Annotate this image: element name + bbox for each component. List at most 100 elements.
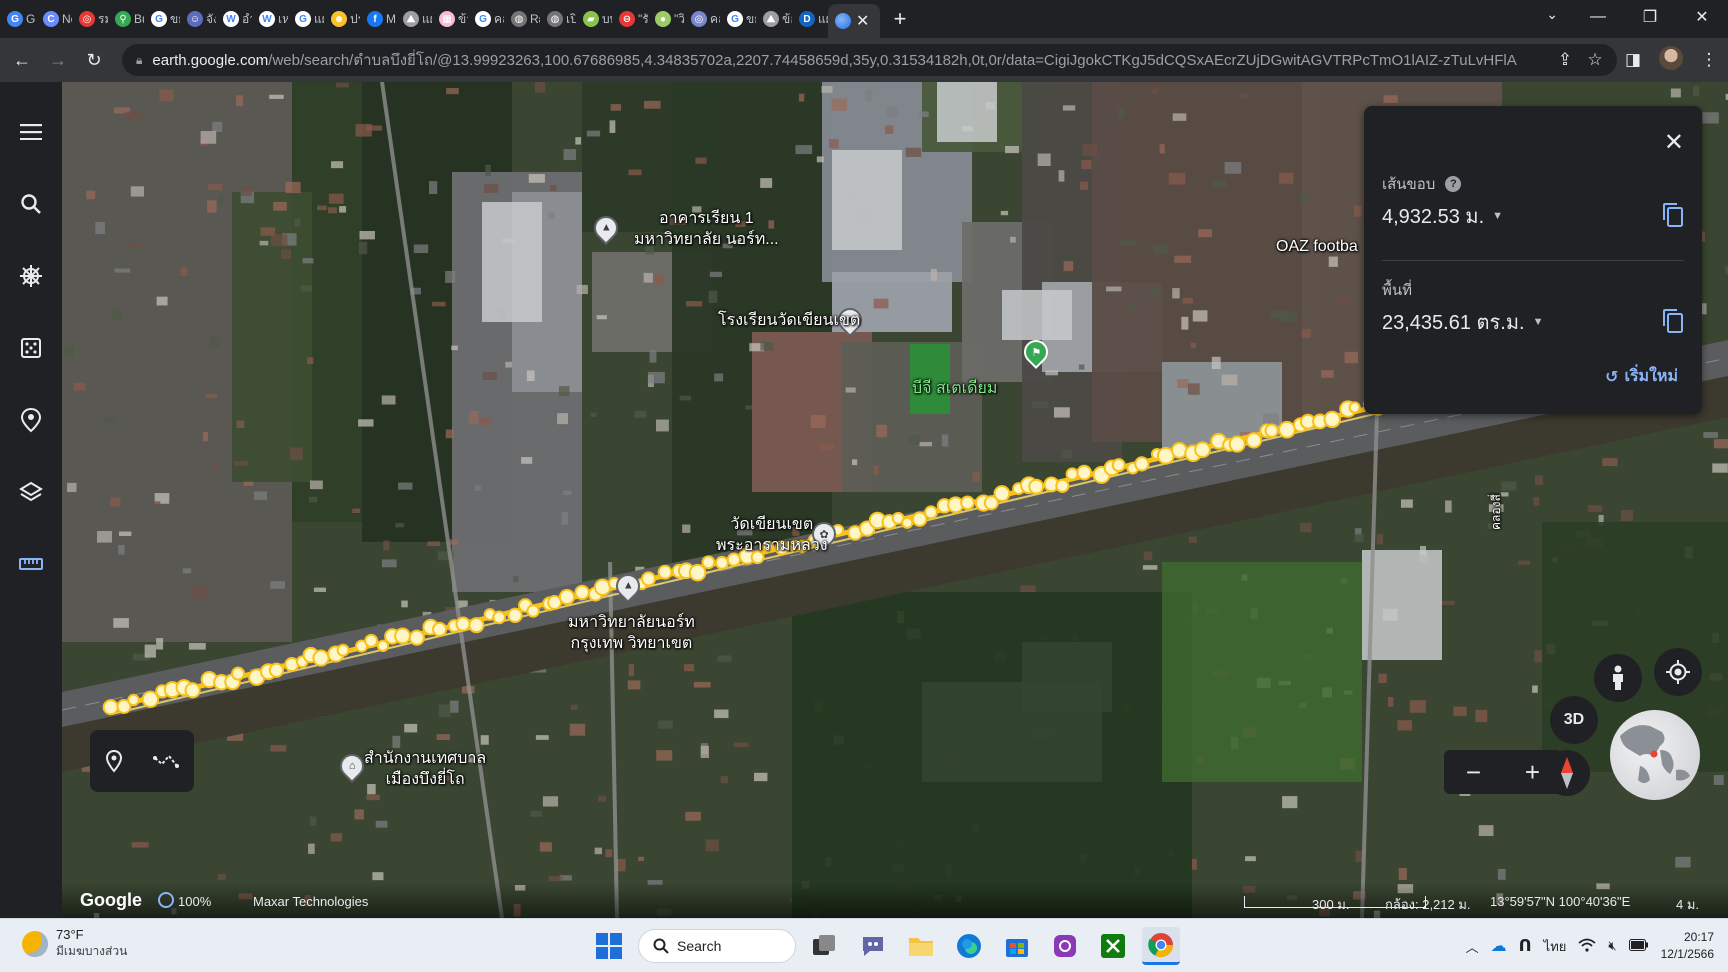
measure-point[interactable] bbox=[1194, 441, 1211, 459]
forward-arrow-icon[interactable]: → bbox=[40, 50, 76, 71]
chevron-up-icon[interactable]: ︿ bbox=[1466, 937, 1479, 956]
add-placemark-icon[interactable] bbox=[105, 749, 123, 773]
browser-tab[interactable]: ☻ปร bbox=[324, 4, 360, 34]
windows-start-icon[interactable] bbox=[590, 927, 628, 965]
browser-tab[interactable]: ▦ข้า bbox=[432, 4, 468, 34]
measure-point[interactable] bbox=[1134, 456, 1150, 472]
minimize-icon[interactable]: — bbox=[1572, 8, 1624, 26]
url-text[interactable]: earth.google.com/web/search/ตำบลบึงยี่โถ… bbox=[152, 48, 1532, 72]
browser-tab[interactable]: ◎รม bbox=[72, 4, 108, 34]
measure-point[interactable] bbox=[901, 516, 914, 529]
measure-point[interactable] bbox=[558, 588, 576, 606]
place-label-building1[interactable]: อาคารเรียน 1 มหาวิทยาลัย นอร์ท... bbox=[634, 208, 779, 250]
measure-point[interactable] bbox=[507, 607, 523, 624]
compass-icon[interactable] bbox=[1544, 750, 1590, 796]
projects-pin-icon[interactable] bbox=[0, 384, 62, 456]
measure-point[interactable] bbox=[468, 617, 485, 634]
measure-point[interactable] bbox=[408, 629, 425, 646]
measure-point[interactable] bbox=[1264, 423, 1279, 438]
measure-point[interactable] bbox=[701, 555, 716, 570]
measure-point[interactable] bbox=[455, 616, 471, 632]
taskbar-clock[interactable]: 20:17 12/1/2566 bbox=[1661, 929, 1714, 963]
back-arrow-icon[interactable]: ← bbox=[4, 50, 40, 71]
measure-point[interactable] bbox=[960, 495, 975, 511]
browser-tab[interactable]: ● "วิ bbox=[648, 4, 684, 34]
browser-tab[interactable]: ⛰แผ bbox=[396, 4, 432, 34]
coordinates[interactable]: 13°59'57"N 100°40'36"E bbox=[1490, 894, 1630, 909]
measure-point[interactable] bbox=[526, 604, 540, 618]
place-label-temple[interactable]: วัดเขียนเขต พระอารามหลวง bbox=[716, 514, 828, 556]
zoom-in-icon[interactable]: + bbox=[1525, 757, 1540, 788]
restore-icon[interactable]: ❐ bbox=[1624, 7, 1676, 27]
menu-icon[interactable] bbox=[0, 96, 62, 168]
browser-tab[interactable]: ◍Rε bbox=[504, 4, 540, 34]
measure-point[interactable] bbox=[1111, 458, 1126, 473]
browser-tab[interactable]: ⛰ข้อ bbox=[756, 4, 792, 34]
measure-point[interactable] bbox=[432, 621, 448, 637]
wifi-icon[interactable] bbox=[1578, 938, 1596, 955]
measure-point[interactable] bbox=[376, 639, 390, 653]
reset-button[interactable]: ↺ เริ่มใหม่ bbox=[1605, 364, 1678, 389]
browser-tab[interactable]: fM bbox=[360, 4, 396, 34]
measure-point[interactable] bbox=[268, 662, 285, 678]
onedrive-cloud-icon[interactable]: ☁ bbox=[1491, 936, 1507, 956]
measure-point[interactable] bbox=[1323, 410, 1341, 429]
browser-tab[interactable]: ⊖ "รั bbox=[612, 4, 648, 34]
street-view-pegman-icon[interactable] bbox=[1594, 654, 1642, 702]
measure-point[interactable] bbox=[1278, 420, 1296, 439]
close-tab-icon[interactable]: ✕ bbox=[856, 11, 869, 31]
satellite-map[interactable]: ▲ อาคารเรียน 1 มหาวิทยาลัย นอร์ท... ▲ โร… bbox=[62, 82, 1728, 918]
place-label-school[interactable]: โรงเรียนวัดเขียนเขต bbox=[718, 310, 860, 331]
measure-point[interactable] bbox=[1076, 464, 1093, 481]
xbox-icon[interactable] bbox=[1094, 927, 1132, 965]
measure-point[interactable] bbox=[1245, 432, 1263, 449]
voyager-wheel-icon[interactable] bbox=[0, 240, 62, 312]
measure-point[interactable] bbox=[593, 578, 612, 596]
place-label-office[interactable]: สำนักงานเทศบาล เมืองบึงยี่โถ bbox=[364, 748, 486, 790]
measure-point[interactable] bbox=[924, 505, 938, 520]
imagery-credit[interactable]: Maxar Technologies bbox=[253, 894, 368, 909]
measure-point[interactable] bbox=[1028, 478, 1045, 495]
measure-point[interactable] bbox=[336, 643, 350, 657]
battery-icon[interactable] bbox=[1628, 938, 1649, 954]
microsoft-store-icon[interactable] bbox=[998, 927, 1036, 965]
browser-tab[interactable]: ☺ จัง bbox=[180, 4, 216, 34]
browser-tab[interactable]: W เห bbox=[252, 4, 288, 34]
measure-point[interactable] bbox=[127, 693, 140, 707]
taskbar-search[interactable]: Search bbox=[638, 929, 796, 963]
browser-tab[interactable]: ◍ เปิ bbox=[540, 4, 576, 34]
feeling-lucky-dice-icon[interactable] bbox=[0, 312, 62, 384]
lock-icon[interactable]: 🔒︎ bbox=[136, 53, 142, 68]
overview-globe[interactable] bbox=[1610, 710, 1700, 800]
measure-point[interactable] bbox=[715, 555, 729, 570]
address-bar[interactable]: 🔒︎ earth.google.com/web/search/ตำบลบึงยี… bbox=[122, 44, 1617, 76]
browser-tab[interactable]: CNe bbox=[36, 4, 72, 34]
zoom-out-icon[interactable]: − bbox=[1466, 757, 1481, 788]
tab-search-chevron-icon[interactable]: ⌄ bbox=[1546, 6, 1558, 23]
measure-point[interactable] bbox=[184, 682, 201, 699]
browser-tab[interactable]: ◎คล bbox=[684, 4, 720, 34]
app-tray-icon[interactable]: ᑎ bbox=[1519, 936, 1532, 956]
measure-ruler-icon[interactable] bbox=[0, 528, 62, 600]
draw-path-icon[interactable] bbox=[153, 752, 179, 770]
task-view-icon[interactable] bbox=[806, 927, 844, 965]
copy-icon[interactable] bbox=[1662, 202, 1684, 228]
measure-point[interactable] bbox=[312, 649, 330, 667]
perimeter-value-dropdown[interactable]: 4,932.53 ม. ▼ bbox=[1382, 200, 1503, 232]
edge-browser-icon[interactable] bbox=[950, 927, 988, 965]
close-window-icon[interactable]: ✕ bbox=[1676, 7, 1728, 27]
measure-point[interactable] bbox=[1170, 441, 1188, 459]
browser-tab[interactable]: Gแผ bbox=[288, 4, 324, 34]
measure-point[interactable] bbox=[911, 511, 928, 527]
measure-point[interactable] bbox=[993, 485, 1011, 502]
kebab-menu-icon[interactable]: ⋮ bbox=[1690, 50, 1728, 70]
language-indicator[interactable]: ไทย bbox=[1544, 936, 1567, 957]
weather-widget[interactable]: 73°F มีเมฆบางส่วน bbox=[22, 927, 127, 961]
browser-tab-active[interactable]: ✕ bbox=[828, 4, 880, 38]
place-label-stadium[interactable]: บีจี สเตเดียม bbox=[912, 378, 997, 399]
my-location-icon[interactable] bbox=[1654, 648, 1702, 696]
side-panel-icon[interactable]: ◨ bbox=[1614, 50, 1652, 70]
measure-point[interactable] bbox=[1348, 401, 1361, 414]
chrome-icon[interactable] bbox=[1142, 927, 1180, 965]
measure-point[interactable] bbox=[641, 571, 656, 587]
